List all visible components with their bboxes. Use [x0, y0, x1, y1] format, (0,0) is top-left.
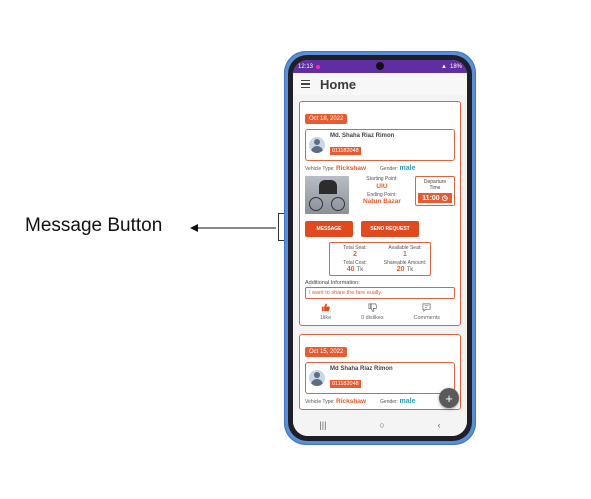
dislike-count: 0 dislikes: [361, 315, 384, 321]
phone-frame: 12:13 ▲ 18% Home Oct 18, 2022 Md. Shaha R…: [284, 51, 476, 445]
comment-icon: [422, 303, 431, 312]
rickshaw-image: [305, 176, 349, 214]
route-info: Starting Point: UIU Ending Point: Natun …: [355, 176, 409, 207]
battery-level: 18%: [449, 63, 462, 70]
system-nav-bar: ||| ○ ‹: [293, 414, 467, 436]
departure-time-box: Departure Time 11:00 ◷: [415, 176, 455, 206]
starting-point: UIU: [376, 182, 388, 190]
driver-phone: 011182048: [330, 380, 361, 388]
phone-screen: 12:13 ▲ 18% Home Oct 18, 2022 Md. Shaha R…: [293, 60, 467, 436]
post-date: Oct 15, 2022: [305, 347, 348, 357]
clock-icon: ◷: [441, 195, 448, 202]
status-time: 12:13: [298, 63, 314, 70]
vehicle-type: Rickshaw: [336, 398, 367, 405]
dislike-button[interactable]: 0 dislikes: [361, 303, 384, 321]
signal-icon: ▲: [441, 63, 447, 70]
total-cost: 40: [346, 266, 355, 273]
ending-point-label: Ending Point:: [367, 191, 397, 198]
send-request-button[interactable]: SEND REQUEST: [361, 221, 419, 237]
currency: Tk: [356, 267, 364, 273]
add-post-button[interactable]: +: [439, 388, 459, 408]
gender-label: Gender:: [380, 166, 399, 172]
gender-label: Gender:: [380, 399, 399, 405]
gender-value: male: [399, 165, 416, 172]
home-button[interactable]: ○: [379, 420, 384, 430]
app-bar: Home: [293, 73, 467, 95]
seat-cost-stats: Total Seat: 2 Available Seat: 1 Total Cost…: [329, 242, 431, 276]
vehicle-type: Rickshaw: [336, 165, 367, 172]
driver-info[interactable]: Md. Shaha Riaz Rimon 011182048: [305, 129, 455, 161]
ending-point: Natun Bazar: [363, 198, 401, 206]
status-bar: 12:13 ▲ 18%: [293, 60, 467, 73]
starting-point-label: Starting Point:: [366, 176, 398, 182]
ride-post-card: Oct 18, 2022 Md. Shaha Riaz Rimon 011182…: [299, 101, 461, 326]
driver-name: Md. Shaha Riaz Rimon: [330, 133, 395, 139]
total-seat: 2: [353, 251, 357, 258]
available-seat: 1: [403, 251, 407, 258]
thumbs-up-icon: [321, 303, 330, 312]
like-button[interactable]: 1like: [320, 303, 331, 321]
ride-post-card: Oct 15, 2022 Md Shaha Riaz Rimon 0111820…: [299, 334, 461, 410]
post-date: Oct 18, 2022: [305, 114, 348, 124]
message-button[interactable]: MESSAGE: [305, 221, 353, 237]
currency: Tk: [406, 267, 414, 273]
camera-icon: [376, 62, 384, 70]
like-count: 1like: [319, 315, 332, 321]
driver-phone: 011182048: [330, 147, 361, 155]
comments-button[interactable]: Comments: [413, 303, 440, 321]
recents-button[interactable]: |||: [319, 420, 326, 430]
additional-info: I want to share the fare eually.: [305, 287, 455, 299]
vehicle-type-label: Vehicle Type:: [305, 399, 335, 405]
notification-icon: [316, 64, 321, 69]
avatar: [309, 137, 325, 153]
plus-icon: +: [445, 390, 453, 406]
departure-time: 11:00: [422, 194, 440, 202]
annotation-label: Message Button: [25, 215, 163, 236]
driver-name: Md Shaha Riaz Rimon: [330, 366, 393, 372]
thumbs-down-icon: [368, 303, 377, 312]
post-feed[interactable]: Oct 18, 2022 Md. Shaha Riaz Rimon 011182…: [293, 95, 467, 414]
driver-info[interactable]: Md Shaha Riaz Rimon 011182048: [305, 362, 455, 394]
shareable-amount: 20: [396, 266, 405, 273]
comments-label: Comments: [413, 315, 441, 321]
additional-info-label: Additional Information:: [305, 280, 360, 286]
annotation-arrow: [190, 224, 276, 232]
gender-value: male: [399, 398, 416, 405]
page-title: Home: [320, 76, 357, 92]
vehicle-type-label: Vehicle Type:: [305, 166, 335, 172]
departure-label: Departure Time: [423, 179, 447, 191]
back-button[interactable]: ‹: [438, 420, 441, 430]
menu-icon[interactable]: [301, 80, 310, 88]
avatar: [309, 370, 325, 386]
